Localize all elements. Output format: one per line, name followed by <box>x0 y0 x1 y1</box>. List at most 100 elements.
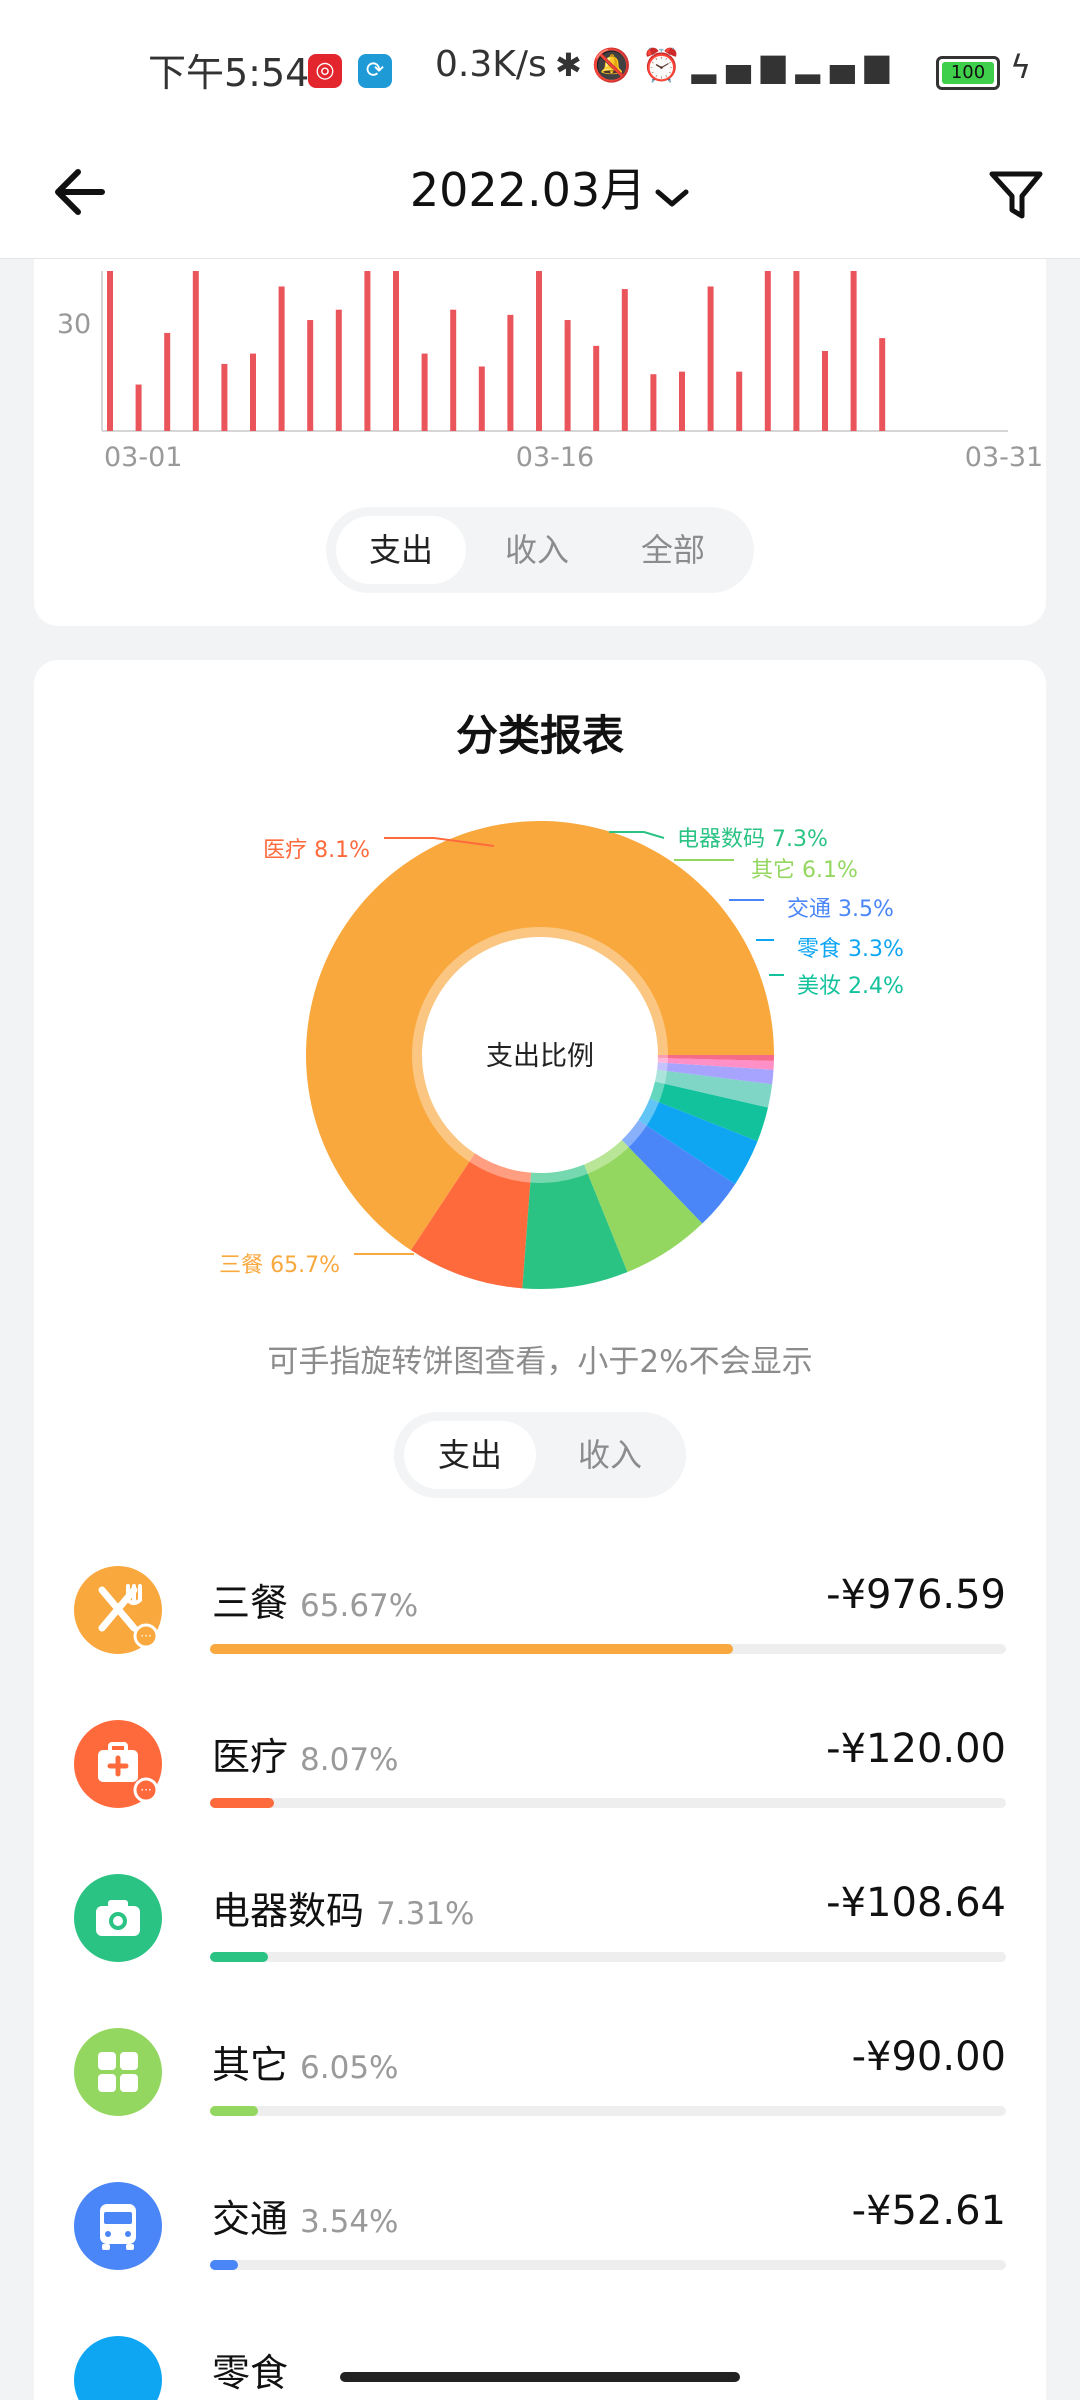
category-name: 医疗 8.07% <box>212 1726 399 1781</box>
snack-icon <box>74 2336 162 2400</box>
daily-bar[interactable] <box>822 351 828 431</box>
daily-bar[interactable] <box>278 286 285 431</box>
daily-bar[interactable] <box>221 363 228 431</box>
arrow-left-icon <box>55 169 105 215</box>
category-amount: -¥976.59 <box>826 1572 1006 1618</box>
category-progress-track <box>210 1952 1006 1962</box>
callout-electronics: 电器数码 7.3% <box>677 827 828 852</box>
category-row[interactable]: 零食 <box>74 2336 1006 2400</box>
segment-income[interactable]: 收入 <box>472 516 602 584</box>
daily-bar[interactable] <box>764 271 771 431</box>
daily-bar[interactable] <box>421 353 428 431</box>
segment-expense[interactable]: 支出 <box>336 516 466 584</box>
svg-text:···: ··· <box>140 1783 151 1797</box>
daily-bar[interactable] <box>250 353 256 431</box>
rotate-hint: 可手指旋转饼图查看，小于2%不会显示 <box>267 1344 813 1380</box>
type-segment: 支出 收入 全部 <box>326 507 754 593</box>
status-icons: ✱🔕⏰▂▄▆▂▄▆ <box>555 46 899 84</box>
category-row[interactable]: 电器数码 7.31% -¥108.64 <box>74 1874 1006 2004</box>
category-percent: 8.07% <box>300 1742 399 1778</box>
grid-icon <box>74 2028 162 2116</box>
daily-bar[interactable] <box>335 309 342 431</box>
category-progress-track <box>210 1644 1006 1654</box>
category-label: 电器数码 <box>212 1889 365 1933</box>
daily-bar[interactable] <box>564 320 571 431</box>
daily-bar[interactable] <box>478 366 485 431</box>
filter-button[interactable] <box>986 152 1046 232</box>
daily-bar[interactable] <box>736 371 743 431</box>
category-label: 医疗 <box>212 1735 289 1779</box>
category-progress-track <box>210 2106 1006 2116</box>
daily-bar[interactable] <box>593 345 600 431</box>
category-row[interactable]: ··· 医疗 8.07% -¥120.00 <box>74 1720 1006 1850</box>
category-percent: 65.67% <box>300 1588 419 1624</box>
home-indicator[interactable] <box>340 2372 740 2382</box>
battery-level: 100 <box>942 62 994 84</box>
category-name: 零食 <box>212 2342 288 2397</box>
daily-bar[interactable] <box>850 271 857 431</box>
daily-bar[interactable] <box>192 271 199 431</box>
category-percent: 3.54% <box>300 2204 399 2240</box>
expense-donut-chart[interactable]: 支出比例 医疗 8.1% 电器数码 7.3% 其它 6.1% 交通 3.5% 零… <box>34 660 1046 1320</box>
y-tick-label: 30 <box>57 309 91 340</box>
chevron-down-icon <box>654 154 690 234</box>
battery-icon: 100 <box>936 56 1000 90</box>
category-row[interactable]: ··· 三餐 65.67% -¥976.59 <box>74 1566 1006 1696</box>
daily-bar[interactable] <box>450 309 457 431</box>
daily-bar[interactable] <box>679 371 685 431</box>
app-notification-icon: ⟳ <box>358 54 392 88</box>
category-label: 三餐 <box>212 1581 289 1625</box>
category-percent: 7.31% <box>376 1896 475 1932</box>
bus-icon <box>74 2182 162 2270</box>
alarm-icon: ⏰ <box>641 46 692 84</box>
callout-snacks: 零食 3.3% <box>797 937 904 962</box>
callout-other: 其它 6.1% <box>751 858 858 883</box>
daily-bar[interactable] <box>507 314 514 431</box>
daily-bar[interactable] <box>707 286 714 431</box>
category-name: 三餐 65.67% <box>212 1572 418 1627</box>
daily-bar[interactable] <box>107 271 113 431</box>
month-selector[interactable]: 2022.03月 <box>400 150 700 230</box>
daily-bar[interactable] <box>650 374 657 431</box>
category-name: 其它 6.05% <box>212 2034 399 2089</box>
report-segment-income[interactable]: 收入 <box>544 1421 676 1489</box>
report-type-segment: 支出 收入 <box>394 1412 686 1498</box>
daily-bar[interactable] <box>879 338 886 431</box>
category-report-card: 分类报表 支出比例 医疗 8.1% 电器数码 7.3% 其它 6.1% 交通 3… <box>34 660 1046 2400</box>
category-label: 零食 <box>212 2351 289 2395</box>
callout-medical: 医疗 8.1% <box>263 838 370 863</box>
category-progress-fill <box>210 1644 733 1654</box>
category-name: 电器数码 7.31% <box>212 1880 475 1935</box>
month-title: 2022.03月 <box>409 163 647 217</box>
netease-music-icon: ◎ <box>308 54 342 88</box>
category-row[interactable]: 其它 6.05% -¥90.00 <box>74 2028 1006 2158</box>
category-row[interactable]: 交通 3.54% -¥52.61 <box>74 2182 1006 2312</box>
category-progress-fill <box>210 2106 259 2116</box>
daily-bar[interactable] <box>793 271 800 431</box>
category-amount: -¥90.00 <box>851 2034 1006 2080</box>
medical-kit-icon: ··· <box>74 1720 162 1808</box>
daily-bar[interactable] <box>307 320 314 431</box>
daily-bar[interactable] <box>135 384 142 431</box>
back-button[interactable] <box>50 152 130 232</box>
svg-text:···: ··· <box>140 1629 151 1643</box>
x-tick-label: 03-16 <box>516 442 594 473</box>
daily-bar-chart: 30 03-01 03-16 03-31 <box>57 271 1043 473</box>
daily-bar[interactable] <box>536 271 542 431</box>
category-progress-fill <box>210 2260 239 2270</box>
daily-chart-card: 30 03-01 03-16 03-31 支出 收入 全部 <box>34 259 1046 626</box>
filter-icon <box>989 171 1043 219</box>
fork-knife-icon: ··· <box>74 1566 162 1654</box>
status-bar: 下午5:54 ◎ ⟳ 0.3K/s ✱🔕⏰▂▄▆▂▄▆ 100 ϟ <box>0 0 1080 130</box>
daily-bar[interactable] <box>393 271 399 431</box>
category-name: 交通 3.54% <box>212 2188 399 2243</box>
segment-all[interactable]: 全部 <box>608 516 738 584</box>
status-time: 下午5:54 <box>148 51 310 95</box>
report-segment-expense[interactable]: 支出 <box>404 1421 536 1489</box>
x-tick-label: 03-31 <box>965 442 1043 473</box>
callout-meals: 三餐 65.7% <box>219 1253 340 1278</box>
category-amount: -¥52.61 <box>851 2188 1006 2234</box>
daily-bar[interactable] <box>621 289 628 431</box>
daily-bar[interactable] <box>364 271 371 431</box>
daily-bar[interactable] <box>164 332 171 431</box>
